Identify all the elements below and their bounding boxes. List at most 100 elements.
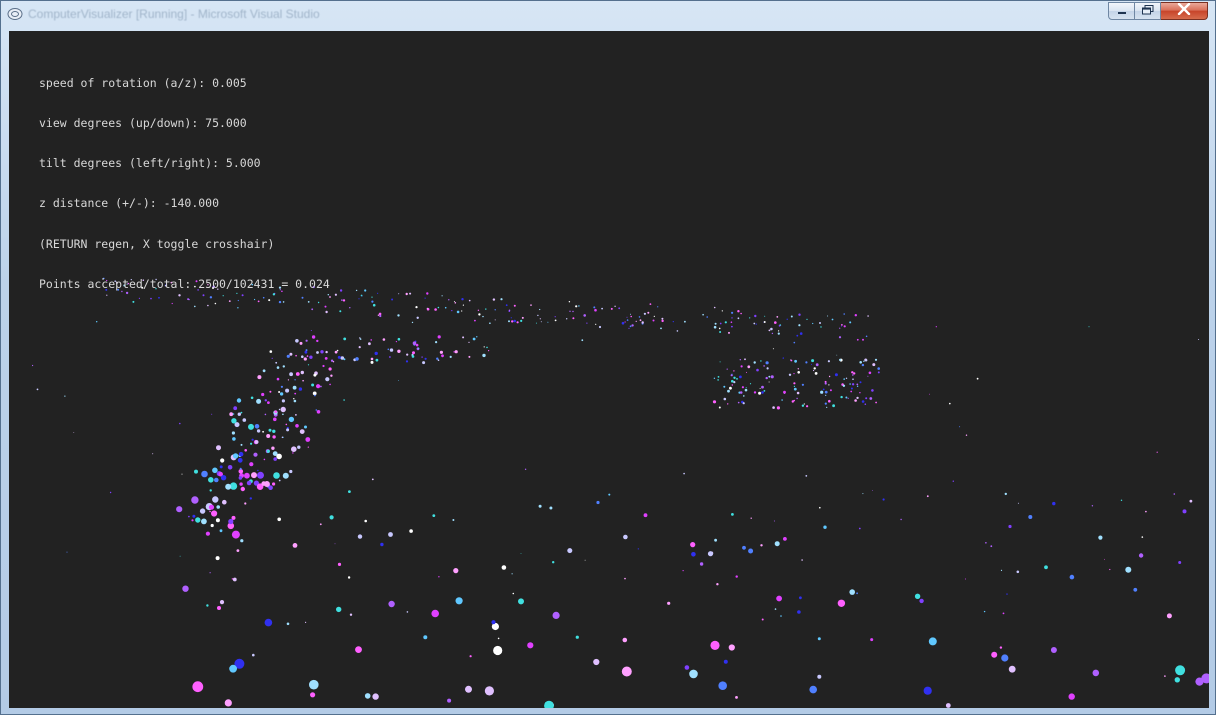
particle-point xyxy=(803,403,805,405)
particle-point xyxy=(411,321,414,324)
particle-point xyxy=(448,299,450,301)
particle-point xyxy=(438,576,440,578)
particle-point xyxy=(1028,515,1033,519)
render-viewport[interactable]: speed of rotation (a/z): 0.005 view degr… xyxy=(9,31,1209,708)
particle-point xyxy=(305,339,308,342)
particle-point xyxy=(348,490,351,493)
particle-point xyxy=(388,532,393,537)
particle-point xyxy=(240,443,243,446)
maximize-button[interactable] xyxy=(1135,2,1161,20)
particle-point xyxy=(621,666,632,677)
particle-point xyxy=(304,425,307,429)
close-button[interactable] xyxy=(1161,2,1208,20)
particle-point xyxy=(809,685,817,694)
particle-point xyxy=(629,325,632,328)
particle-point xyxy=(739,391,743,394)
particle-point xyxy=(552,611,560,620)
minimize-button[interactable] xyxy=(1108,2,1135,20)
particle-point xyxy=(723,659,728,664)
particle-point xyxy=(798,324,801,327)
particle-point xyxy=(793,387,797,391)
particle-point xyxy=(867,375,869,377)
particle-point xyxy=(742,545,746,550)
particle-point xyxy=(257,469,259,472)
particle-point xyxy=(409,529,413,533)
particle-point xyxy=(426,307,428,309)
particle-point xyxy=(216,445,221,451)
particle-point xyxy=(683,472,685,475)
particle-point xyxy=(771,332,774,335)
particle-point xyxy=(568,301,571,303)
particle-point xyxy=(772,348,774,350)
particle-point xyxy=(389,356,391,358)
particle-point xyxy=(289,352,293,356)
particle-point xyxy=(714,322,717,325)
particle-point xyxy=(593,306,596,309)
particle-point xyxy=(266,434,271,438)
particle-point xyxy=(622,637,628,643)
particle-point xyxy=(277,517,282,522)
particle-point xyxy=(861,400,865,403)
particle-point xyxy=(304,350,308,354)
particle-point xyxy=(991,651,998,658)
particle-point xyxy=(494,309,496,311)
particle-point xyxy=(261,392,265,397)
particle-point xyxy=(882,498,885,501)
particle-point xyxy=(217,606,221,610)
particle-point xyxy=(264,399,267,402)
particle-point xyxy=(244,502,247,505)
particle-point xyxy=(330,374,333,377)
particle-point xyxy=(484,686,494,696)
particle-point xyxy=(468,299,471,302)
particle-point xyxy=(492,298,496,301)
particle-point xyxy=(488,350,490,352)
particle-point xyxy=(357,534,363,539)
particle-point xyxy=(513,304,516,307)
particle-point xyxy=(405,360,409,363)
particle-point xyxy=(748,548,754,554)
particle-point xyxy=(572,310,574,313)
particle-point xyxy=(377,314,380,316)
particle-point xyxy=(282,365,285,368)
particle-point xyxy=(282,436,284,438)
particle-point xyxy=(491,620,496,625)
particle-point xyxy=(1016,570,1020,574)
particle-point xyxy=(316,351,319,354)
particle-point xyxy=(737,401,740,404)
particle-point xyxy=(929,393,930,395)
particle-point xyxy=(288,416,295,423)
particle-point xyxy=(349,613,353,616)
particle-point xyxy=(216,505,220,509)
particle-point xyxy=(343,337,347,341)
particle-point xyxy=(735,575,738,578)
title-bar[interactable]: ComputerVisualizer [Running] - Microsoft… xyxy=(1,1,1215,29)
particle-point xyxy=(236,549,240,552)
particle-point xyxy=(754,314,757,318)
particle-point xyxy=(935,326,937,328)
particle-point xyxy=(482,353,486,358)
particle-point xyxy=(843,378,845,380)
particle-point xyxy=(316,339,319,343)
particle-point xyxy=(783,537,787,541)
particle-point xyxy=(279,392,284,396)
particle-point xyxy=(1052,501,1056,506)
particle-point xyxy=(777,332,780,335)
particle-point xyxy=(342,299,346,302)
particle-point xyxy=(825,394,827,396)
particle-point xyxy=(716,583,719,586)
particle-point xyxy=(347,576,351,579)
particle-point xyxy=(263,481,270,487)
particle-point xyxy=(744,388,748,392)
particle-point xyxy=(813,369,815,372)
particle-point xyxy=(294,379,296,381)
particle-point xyxy=(372,693,379,700)
particle-point xyxy=(713,377,716,379)
particle-point xyxy=(232,437,236,441)
particle-point xyxy=(486,346,488,349)
particle-point xyxy=(232,453,239,459)
particle-point xyxy=(334,293,337,296)
particle-point xyxy=(320,385,322,388)
particle-point xyxy=(828,384,830,386)
app-window-icon[interactable] xyxy=(7,7,23,21)
particle-point xyxy=(740,312,742,315)
